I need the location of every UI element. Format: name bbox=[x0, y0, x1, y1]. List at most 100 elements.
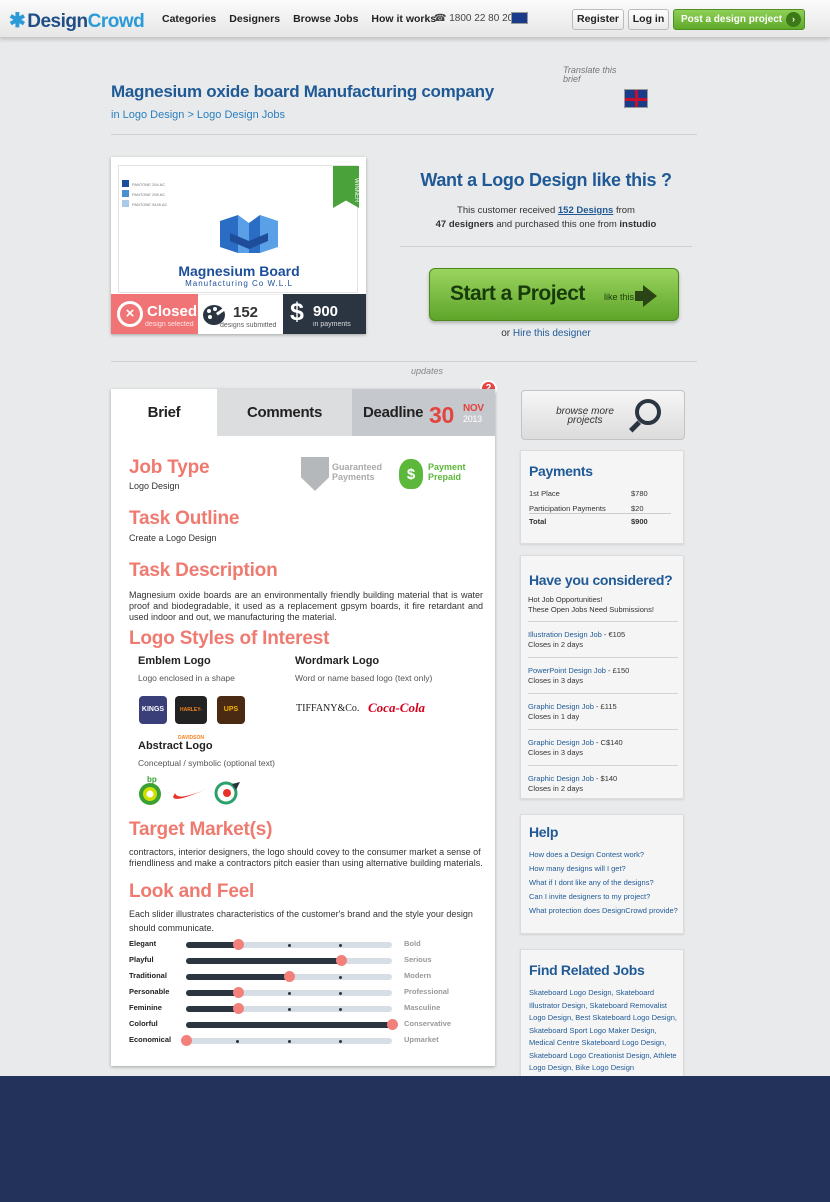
winner-ribbon: WINNER bbox=[333, 166, 359, 208]
nav-how-it-works[interactable]: How it works bbox=[371, 13, 436, 25]
guaranteed-label: Guaranteed Payments bbox=[332, 462, 383, 482]
help-link[interactable]: Can I invite designers to my project? bbox=[529, 892, 650, 901]
slider-tick bbox=[236, 1039, 239, 1043]
job-price: - €105 bbox=[601, 630, 626, 639]
slider-tick bbox=[236, 1023, 239, 1027]
job-item[interactable]: Graphic Design Job - $140 Closes in 2 day… bbox=[521, 774, 685, 794]
uk-flag-icon[interactable] bbox=[624, 89, 648, 108]
slider-knob bbox=[181, 1035, 192, 1046]
considered-intro: These Open Jobs Need Submissions! bbox=[528, 605, 654, 614]
close-circle-icon: × bbox=[117, 301, 143, 327]
considered-box: Have you considered? Hot Job Opportuniti… bbox=[520, 555, 684, 799]
nav-browse-jobs[interactable]: Browse Jobs bbox=[293, 13, 358, 25]
slider-tick bbox=[339, 1007, 342, 1011]
help-heading: Help bbox=[529, 824, 559, 840]
tab-brief[interactable]: Brief bbox=[111, 389, 217, 436]
outline-value: Create a Logo Design bbox=[129, 533, 217, 543]
nav-categories[interactable]: Categories bbox=[162, 13, 216, 25]
login-button[interactable]: Log in bbox=[628, 9, 669, 30]
tab-deadline[interactable]: Deadline 30 NOV 2013 bbox=[352, 389, 495, 436]
job-price: - £115 bbox=[593, 702, 617, 711]
swatch-label-1: PANTONE 294 AC bbox=[132, 182, 166, 187]
market-heading: Target Market(s) bbox=[129, 819, 273, 840]
slider-tick bbox=[287, 991, 291, 995]
slider-track bbox=[186, 955, 392, 966]
browse-more-projects-button[interactable]: browse more projects bbox=[521, 390, 685, 440]
slider-track bbox=[186, 987, 392, 998]
style-name-abstract: Abstract Logo bbox=[138, 740, 213, 752]
slider-left-label: Feminine bbox=[129, 1003, 162, 1012]
slider-track bbox=[181, 1035, 392, 1046]
swatch-label-2: PANTONE 298 AC bbox=[132, 192, 166, 197]
job-link[interactable]: PowerPoint Design Job bbox=[528, 666, 606, 675]
winning-design-card[interactable]: PANTONE 294 AC PANTONE 298 AC PANTONE 54… bbox=[111, 157, 366, 334]
job-item[interactable]: PowerPoint Design Job - £150 Closes in 3 … bbox=[521, 666, 685, 686]
divider bbox=[400, 246, 692, 247]
slider-fill bbox=[186, 942, 238, 948]
start-project-button[interactable]: Start a Project like this bbox=[429, 268, 679, 321]
nav-designers[interactable]: Designers bbox=[229, 13, 280, 25]
help-link[interactable]: How many designs will I get? bbox=[529, 864, 626, 873]
help-link[interactable]: What protection does DesignCrowd provide… bbox=[529, 906, 678, 915]
payment-row: Participation Payments $20 bbox=[529, 504, 669, 513]
job-type-heading: Job Type bbox=[129, 457, 210, 478]
job-price: - £150 bbox=[605, 666, 630, 675]
slider-tick bbox=[287, 943, 291, 947]
help-link[interactable]: What if I dont like any of the designs? bbox=[529, 878, 654, 887]
designs-stat: 152 designs submitted bbox=[198, 294, 283, 334]
slider-knob bbox=[335, 955, 347, 966]
deadline-month: NOV bbox=[463, 403, 484, 414]
register-button[interactable]: Register bbox=[572, 9, 624, 30]
slider-knob bbox=[232, 1003, 244, 1014]
abstract-logo-icon bbox=[214, 781, 240, 805]
designs-link[interactable]: 152 Designs bbox=[558, 205, 613, 216]
slider-tick bbox=[339, 991, 342, 995]
job-link[interactable]: Graphic Design Job bbox=[528, 702, 594, 711]
job-item[interactable]: Illustration Design Job - €105 Closes in … bbox=[521, 630, 685, 650]
payments-amount: 900 bbox=[313, 303, 339, 320]
market-value: contractors, interior designers, the log… bbox=[129, 847, 483, 868]
slider-right-label: Professional bbox=[404, 987, 450, 996]
divider bbox=[528, 765, 678, 766]
job-price: - C$140 bbox=[593, 738, 623, 747]
designs-sub: designs submitted bbox=[220, 322, 277, 329]
divider bbox=[529, 513, 671, 514]
slider-right-label: Modern bbox=[404, 971, 432, 980]
money-bag-icon: $ bbox=[399, 459, 423, 489]
nav-links: Categories Designers Browse Jobs How it … bbox=[162, 13, 436, 25]
job-item[interactable]: Graphic Design Job - £115 Closes in 1 day bbox=[521, 702, 685, 722]
slider-tick bbox=[339, 1039, 342, 1043]
tab-comments[interactable]: Comments bbox=[217, 389, 352, 436]
job-link[interactable]: Illustration Design Job bbox=[528, 630, 602, 639]
ups-logo-icon: UPS bbox=[217, 696, 245, 724]
slider-tick bbox=[236, 975, 239, 979]
breadcrumb[interactable]: in Logo Design > Logo Design Jobs bbox=[111, 109, 285, 121]
design-thumbnail[interactable]: PANTONE 294 AC PANTONE 298 AC PANTONE 54… bbox=[118, 165, 359, 293]
phone-number: ☎ 1800 22 80 20 bbox=[434, 13, 513, 24]
closed-stat: × Closed design selected bbox=[111, 294, 198, 334]
job-item[interactable]: Graphic Design Job - C$140 Closes in 3 da… bbox=[521, 738, 685, 758]
related-links[interactable]: Skateboard Logo Design, Skateboard Illus… bbox=[529, 987, 681, 1075]
browse-label: browse more projects bbox=[556, 406, 614, 426]
phone-icon: ☎ bbox=[434, 13, 447, 24]
divider bbox=[528, 693, 678, 694]
dollar-icon: $ bbox=[290, 298, 304, 326]
updates-hint: updates bbox=[411, 366, 444, 376]
job-link[interactable]: Graphic Design Job bbox=[528, 774, 594, 783]
job-link[interactable]: Graphic Design Job bbox=[528, 738, 594, 747]
slider-knob bbox=[387, 1019, 398, 1030]
top-nav: ✱ DesignCrowd Categories Designers Browse… bbox=[0, 0, 830, 38]
hire-designer-link[interactable]: Hire this designer bbox=[513, 328, 591, 339]
designcrowd-logo[interactable]: ✱ DesignCrowd bbox=[9, 8, 145, 33]
slider-knob bbox=[232, 987, 244, 998]
australia-flag-icon[interactable] bbox=[511, 12, 528, 24]
help-link[interactable]: How does a Design Contest work? bbox=[529, 850, 644, 859]
slider-track bbox=[186, 971, 392, 982]
start-project-label: Start a Project bbox=[450, 282, 585, 305]
slider-left-label: Traditional bbox=[129, 971, 167, 980]
payments-sub: in payments bbox=[313, 321, 351, 328]
look-heading: Look and Feel bbox=[129, 881, 255, 902]
post-project-button[interactable]: Post a design project › bbox=[673, 9, 805, 30]
cta-text-1: This customer received bbox=[457, 205, 558, 216]
job-closes: Closes in 3 days bbox=[528, 748, 584, 757]
